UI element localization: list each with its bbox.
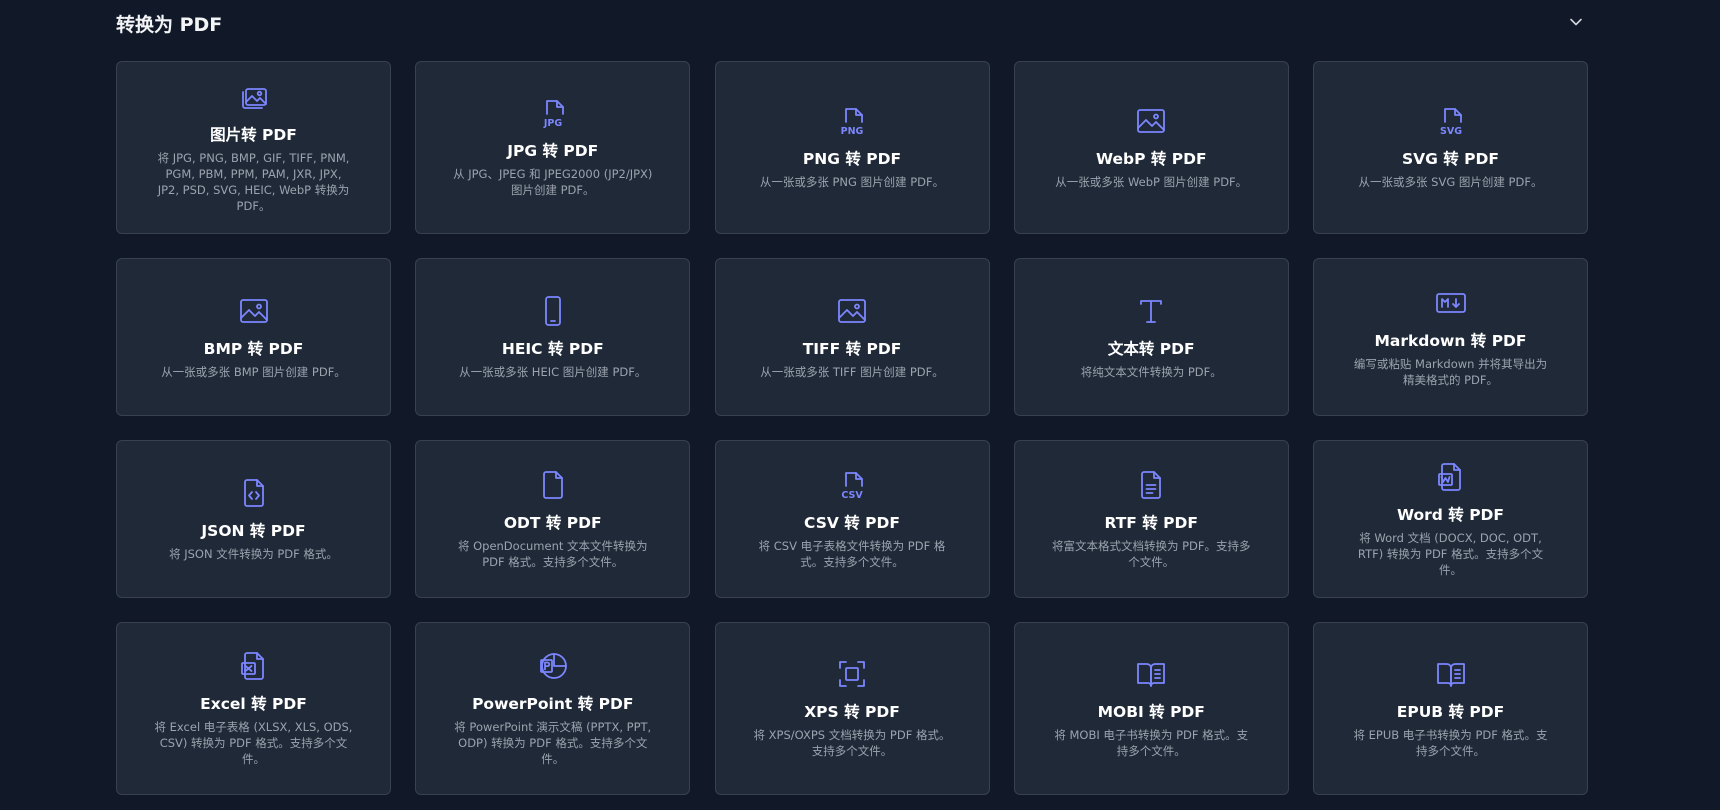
card-description: 从一张或多张 BMP 图片创建 PDF。 [161,364,346,379]
image-icon [1135,105,1167,137]
card-description: 从一张或多张 PNG 图片创建 PDF。 [759,175,945,189]
card-description: 编写或粘贴 Markdown 并将其导出为精美格式的 PDF。 [1353,356,1548,387]
tool-card-11[interactable]: JSON 转 PDF 将 JSON 文件转换为 PDF 格式。 [116,440,391,598]
tool-card-6[interactable]: BMP 转 PDF 从一张或多张 BMP 图片创建 PDF。 [116,258,391,416]
card-title: PNG 转 PDF [802,150,902,168]
svg-text:CSV: CSV [841,490,863,501]
markdown-icon [1435,287,1467,319]
tool-card-8[interactable]: TIFF 转 PDF 从一张或多张 TIFF 图片创建 PDF。 [714,258,990,416]
card-description: 将 JPG, PNG, BMP, GIF, TIFF, PNM, PGM, PB… [157,151,350,213]
scan-icon [836,658,868,690]
file-icon [537,469,569,501]
card-description: 将 EPUB 电子书转换为 PDF 格式。支持多个文件。 [1353,728,1548,758]
card-description: 将 Word 文档 (DOCX, DOC, ODT, RTF) 转换为 PDF … [1357,530,1544,577]
tool-card-5[interactable]: SVG SVG 转 PDF 从一张或多张 SVG 图片创建 PDF。 [1313,61,1588,234]
tool-card-3[interactable]: PNG PNG 转 PDF 从一张或多张 PNG 图片创建 PDF。 [714,61,990,234]
card-title: RTF 转 PDF [1104,513,1198,532]
card-title: Excel 转 PDF [200,695,307,713]
tool-card-1[interactable]: 图片转 PDF 将 JPG, PNG, BMP, GIF, TIFF, PNM, … [116,61,391,234]
book-open-icon [1435,658,1467,690]
tool-card-16[interactable]: Excel 转 PDF 将 Excel 电子表格 (XLSX, XLS, ODS,… [116,622,391,795]
card-title: JPG 转 PDF [507,142,599,160]
convert-to-pdf-section: 转换为 PDF 图片转 PDF 将 JPG, PNG, BMP, GIF, TIF… [116,0,1588,810]
svg-text:JPG: JPG [543,118,562,129]
card-description: 从一张或多张 WebP 图片创建 PDF。 [1055,175,1248,189]
tool-card-18[interactable]: XPS 转 PDF 将 XPS/OXPS 文档转换为 PDF 格式。支持多个文件。 [714,622,990,795]
card-title: TIFF 转 PDF [802,339,902,358]
svg-file-icon: SVG [1435,105,1467,137]
section-header[interactable]: 转换为 PDF [116,6,1588,38]
card-description: 从一张或多张 HEIC 图片创建 PDF。 [459,364,647,379]
text-file-icon [1135,469,1167,501]
card-description: 将 Excel 电子表格 (XLSX, XLS, ODS, CSV) 转换为 P… [154,720,353,766]
images-icon [238,81,270,113]
tool-card-19[interactable]: MOBI 转 PDF 将 MOBI 电子书转换为 PDF 格式。支持多个文件。 [1013,622,1289,795]
card-description: 将 PowerPoint 演示文稿 (PPTX, PPT, ODP) 转换为 P… [454,720,652,766]
png-file-icon: PNG [836,105,868,137]
card-title: ODT 转 PDF [503,513,602,532]
card-title: HEIC 转 PDF [501,339,604,358]
section-title: 转换为 PDF [116,14,223,36]
card-description: 将 JSON 文件转换为 PDF 格式。 [169,546,338,561]
card-description: 将 OpenDocument 文本文件转换为 PDF 格式。支持多个文件。 [457,538,648,569]
card-title: BMP 转 PDF [203,339,304,358]
tool-card-7[interactable]: HEIC 转 PDF 从一张或多张 HEIC 图片创建 PDF。 [415,258,691,416]
powerpoint-file-icon [537,650,569,682]
tool-card-12[interactable]: ODT 转 PDF 将 OpenDocument 文本文件转换为 PDF 格式。支… [415,440,691,598]
jpg-file-icon: JPG [537,97,569,129]
tool-card-9[interactable]: 文本转 PDF 将纯文本文件转换为 PDF。 [1013,258,1289,416]
card-title: 图片转 PDF [210,126,297,144]
card-description: 将纯文本文件转换为 PDF。 [1080,364,1222,379]
word-file-icon [1435,461,1467,493]
tool-card-13[interactable]: CSV CSV 转 PDF 将 CSV 电子表格文件转换为 PDF 格式。支持多个文… [714,440,990,598]
card-description: 从一张或多张 SVG 图片创建 PDF。 [1358,175,1543,189]
card-description: 将富文本格式文档转换为 PDF。支持多个文件。 [1051,538,1251,569]
card-description: 将 MOBI 电子书转换为 PDF 格式。支持多个文件。 [1054,728,1249,758]
svg-text:SVG: SVG [1440,126,1462,137]
image-icon [238,295,270,327]
tool-card-15[interactable]: Word 转 PDF 将 Word 文档 (DOCX, DOC, ODT, RTF… [1313,440,1588,598]
card-title: CSV 转 PDF [804,513,900,532]
card-description: 将 XPS/OXPS 文档转换为 PDF 格式。支持多个文件。 [753,728,951,758]
tool-card-10[interactable]: Markdown 转 PDF 编写或粘贴 Markdown 并将其导出为精美格式的… [1313,258,1588,416]
card-title: JSON 转 PDF [201,521,306,540]
smartphone-icon [537,295,569,327]
card-description: 从一张或多张 TIFF 图片创建 PDF。 [760,364,944,379]
svg-text:PNG: PNG [841,126,864,137]
card-title: Markdown 转 PDF [1374,331,1527,350]
tool-card-4[interactable]: WebP 转 PDF 从一张或多张 WebP 图片创建 PDF。 [1013,61,1289,234]
card-title: SVG 转 PDF [1402,150,1499,168]
card-title: XPS 转 PDF [804,703,900,721]
card-description: 从 JPG、JPEG 和 JPEG2000 (JP2/JPX) 图片创建 PDF… [453,167,653,197]
card-title: WebP 转 PDF [1095,150,1207,168]
tool-card-14[interactable]: RTF 转 PDF 将富文本格式文档转换为 PDF。支持多个文件。 [1013,440,1289,598]
tool-card-17[interactable]: PowerPoint 转 PDF 将 PowerPoint 演示文稿 (PPTX,… [415,622,691,795]
card-title: EPUB 转 PDF [1396,703,1505,721]
card-title: Word 转 PDF [1396,505,1505,524]
chevron-down-icon[interactable] [1564,10,1588,34]
csv-file-icon: CSV [836,469,868,501]
card-description: 将 CSV 电子表格文件转换为 PDF 格式。支持多个文件。 [758,538,946,569]
excel-file-icon [238,650,270,682]
text-type-icon [1135,295,1167,327]
image-icon [836,295,868,327]
book-open-icon [1135,658,1167,690]
card-title: PowerPoint 转 PDF [472,695,634,713]
tool-card-grid: 图片转 PDF 将 JPG, PNG, BMP, GIF, TIFF, PNM, … [116,61,1588,795]
card-title: 文本转 PDF [1107,339,1195,358]
tool-card-20[interactable]: EPUB 转 PDF 将 EPUB 电子书转换为 PDF 格式。支持多个文件。 [1313,622,1588,795]
card-title: MOBI 转 PDF [1097,703,1205,721]
code-file-icon [238,477,270,509]
tool-card-2[interactable]: JPG JPG 转 PDF 从 JPG、JPEG 和 JPEG2000 (JP2/J… [415,61,691,234]
